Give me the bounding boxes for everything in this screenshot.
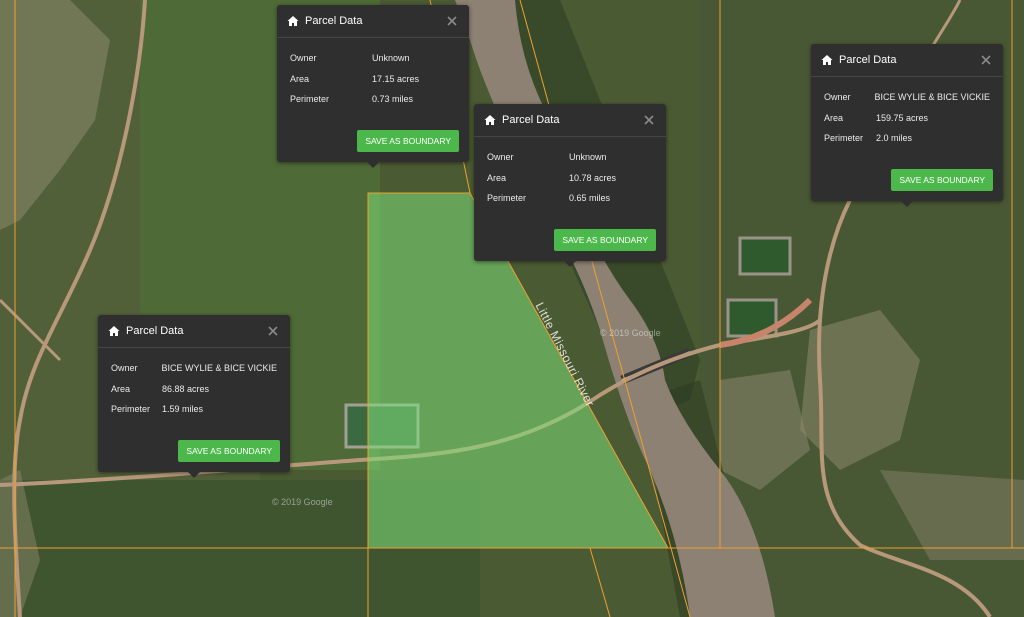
perimeter-label: Perimeter — [824, 133, 864, 144]
perimeter-label: Perimeter — [111, 404, 151, 415]
close-icon[interactable] — [266, 324, 280, 338]
home-icon — [287, 15, 299, 27]
save-as-boundary-button[interactable]: SAVE AS BOUNDARY — [554, 228, 656, 251]
perimeter-row: Perimeter 2.0 miles — [824, 128, 990, 149]
area-value: 86.88 acres — [162, 383, 210, 394]
area-value: 17.15 acres — [372, 73, 420, 84]
area-value: 159.75 acres — [876, 112, 929, 123]
area-label: Area — [111, 383, 131, 394]
popup-header: Parcel Data — [277, 5, 469, 38]
owner-row: Owner Unknown — [487, 147, 653, 168]
area-label: Area — [290, 73, 310, 84]
home-icon — [484, 114, 496, 126]
owner-value: Unknown — [372, 53, 410, 64]
save-as-boundary-button[interactable]: SAVE AS BOUNDARY — [357, 129, 459, 152]
popup-body: Owner Unknown Area 10.78 acres Perimeter 0.… — [474, 137, 666, 219]
popup-header: Parcel Data — [811, 44, 1003, 77]
owner-value: BICE WYLIE & BICE VICKIE — [161, 363, 277, 374]
perimeter-row: Perimeter 0.65 miles — [487, 188, 653, 209]
parcel-popup-left: Parcel Data Owner BICE WYLIE & BICE VICKI… — [98, 315, 290, 477]
close-icon[interactable] — [979, 53, 993, 67]
area-row: Area 10.78 acres — [487, 168, 653, 189]
home-icon — [108, 325, 120, 337]
perimeter-row: Perimeter 0.73 miles — [290, 89, 456, 110]
perimeter-label: Perimeter — [290, 94, 330, 105]
parcel-popup-middle: Parcel Data Owner Unknown Area 10.78 acres… — [474, 104, 666, 266]
perimeter-label: Perimeter — [487, 193, 527, 204]
area-value: 10.78 acres — [569, 172, 617, 183]
owner-label: Owner — [487, 152, 514, 163]
home-icon — [821, 54, 833, 66]
popup-body: Owner Unknown Area 17.15 acres Perimeter 0.… — [277, 38, 469, 120]
close-icon[interactable] — [445, 14, 459, 28]
popup-body: Owner BICE WYLIE & BICE VICKIE Area 159.75… — [811, 77, 1003, 159]
save-as-boundary-button[interactable]: SAVE AS BOUNDARY — [178, 439, 280, 462]
area-row: Area 17.15 acres — [290, 69, 456, 90]
area-row: Area 86.88 acres — [111, 379, 277, 400]
owner-label: Owner — [290, 53, 317, 64]
pond — [738, 236, 792, 276]
map-watermark: © 2019 Google — [272, 497, 333, 507]
owner-row: Owner BICE WYLIE & BICE VICKIE — [824, 87, 990, 108]
owner-row: Owner BICE WYLIE & BICE VICKIE — [111, 358, 277, 379]
perimeter-value: 1.59 miles — [162, 404, 204, 415]
parcel-popup-right: Parcel Data Owner BICE WYLIE & BICE VICKI… — [811, 44, 1003, 206]
popup-title: Parcel Data — [305, 15, 363, 27]
popup-header: Parcel Data — [474, 104, 666, 137]
owner-label: Owner — [111, 363, 138, 374]
area-label: Area — [824, 112, 844, 123]
parcel-popup-top-center: Parcel Data Owner Unknown Area 17.15 acres… — [277, 5, 469, 167]
close-icon[interactable] — [642, 113, 656, 127]
perimeter-row: Perimeter 1.59 miles — [111, 399, 277, 420]
perimeter-value: 2.0 miles — [876, 133, 913, 144]
map-watermark: © 2019 Google — [600, 328, 661, 338]
owner-value: Unknown — [569, 152, 607, 163]
popup-body: Owner BICE WYLIE & BICE VICKIE Area 86.88 … — [98, 348, 290, 430]
popup-title: Parcel Data — [126, 325, 184, 337]
popup-title: Parcel Data — [502, 114, 560, 126]
save-as-boundary-button[interactable]: SAVE AS BOUNDARY — [891, 168, 993, 191]
owner-value: BICE WYLIE & BICE VICKIE — [874, 92, 990, 103]
popup-title: Parcel Data — [839, 54, 897, 66]
area-row: Area 159.75 acres — [824, 108, 990, 129]
owner-label: Owner — [824, 92, 851, 103]
area-label: Area — [487, 172, 507, 183]
owner-row: Owner Unknown — [290, 48, 456, 69]
popup-header: Parcel Data — [98, 315, 290, 348]
perimeter-value: 0.65 miles — [569, 193, 611, 204]
perimeter-value: 0.73 miles — [372, 94, 414, 105]
